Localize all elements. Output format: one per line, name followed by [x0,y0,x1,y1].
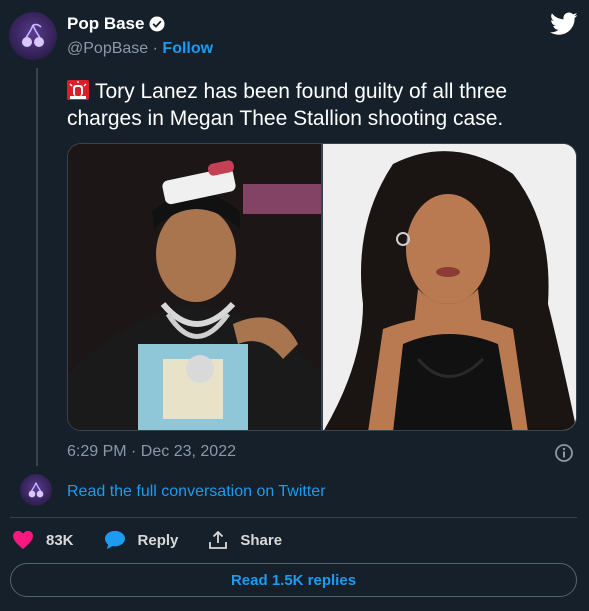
tweet-text-container: Tory Lanez has been found guilty of all … [67,78,567,132]
reply-button[interactable]: Reply [104,530,179,550]
divider [10,517,577,518]
read-replies-label: Read 1.5K replies [230,571,357,589]
reply-label: Reply [137,531,179,549]
share-button[interactable]: Share [208,530,282,550]
like-count: 83K [46,531,74,549]
author-name[interactable]: Pop Base [67,14,144,34]
thread-line [36,68,38,466]
photo-megan-thee-stallion[interactable] [323,144,576,430]
photo-tory-lanez[interactable] [68,144,321,430]
tweet-media[interactable] [67,143,577,431]
author-handle[interactable]: @PopBase [67,40,148,57]
verified-badge-icon [149,16,165,32]
tweet-timestamp[interactable]: 6:29 PM · Dec 23, 2022 [67,443,236,461]
action-bar: 83K Reply Share [12,530,282,550]
conversation-avatar[interactable] [20,474,52,506]
tweet-text: Tory Lanez has been found guilty of all … [67,80,508,130]
author-handle-row: @PopBase · Follow [67,40,213,58]
twitter-bird-icon[interactable] [550,12,578,36]
author-name-row[interactable]: Pop Base [67,14,166,34]
photo-megan-thee-stallion-illustration [323,144,576,430]
read-replies-button[interactable]: Read 1.5K replies [10,563,577,597]
cherry-logo-icon [22,23,44,47]
read-conversation-link[interactable]: Read the full conversation on Twitter [67,483,326,501]
police-light-emoji-icon [67,80,89,100]
follow-button[interactable]: Follow [162,40,213,57]
like-button[interactable]: 83K [12,530,74,550]
heart-icon [13,530,33,550]
share-upload-icon [209,531,228,549]
info-icon[interactable] [554,443,574,463]
photo-tory-lanez-illustration [68,144,321,430]
separator: · [152,40,158,57]
share-label: Share [240,531,283,549]
speech-bubble-icon [104,530,125,550]
cherry-logo-icon [28,482,44,498]
author-avatar[interactable] [9,12,57,60]
